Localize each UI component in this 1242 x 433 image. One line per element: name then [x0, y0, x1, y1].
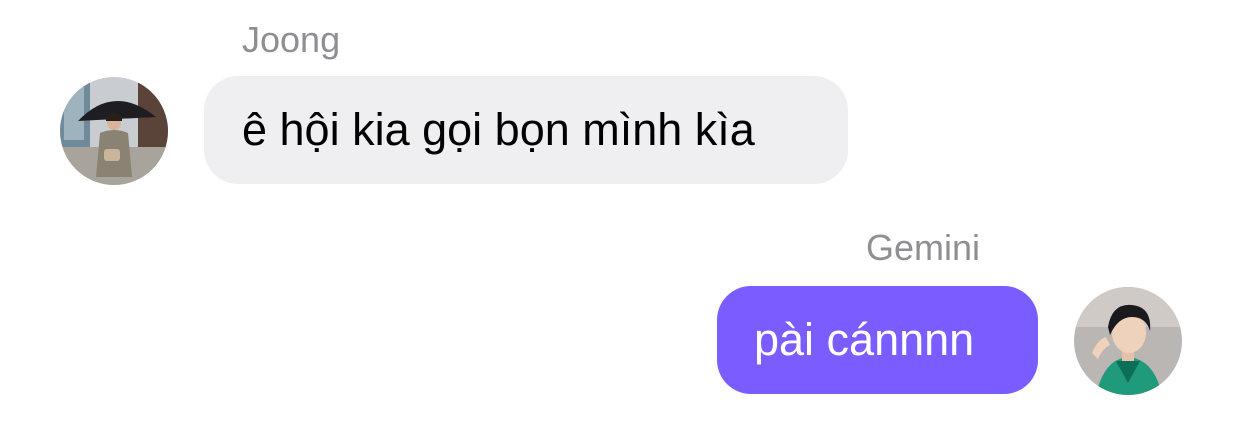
message-bubble-outgoing[interactable]: pài cánnnn — [717, 286, 1038, 394]
avatar-joong-photo — [60, 77, 168, 185]
sender-name-joong: Joong — [242, 19, 341, 60]
message-bubble-incoming[interactable]: ê hội kia gọi bọn mình kìa — [204, 76, 848, 184]
message-text: ê hội kia gọi bọn mình kìa — [242, 104, 755, 155]
message-text: pài cánnnn — [754, 314, 975, 365]
avatar-gemini-photo — [1074, 287, 1182, 395]
sender-name-gemini: Gemini — [866, 227, 981, 268]
avatar-gemini[interactable] — [1074, 287, 1182, 395]
avatar-joong[interactable] — [60, 77, 168, 185]
